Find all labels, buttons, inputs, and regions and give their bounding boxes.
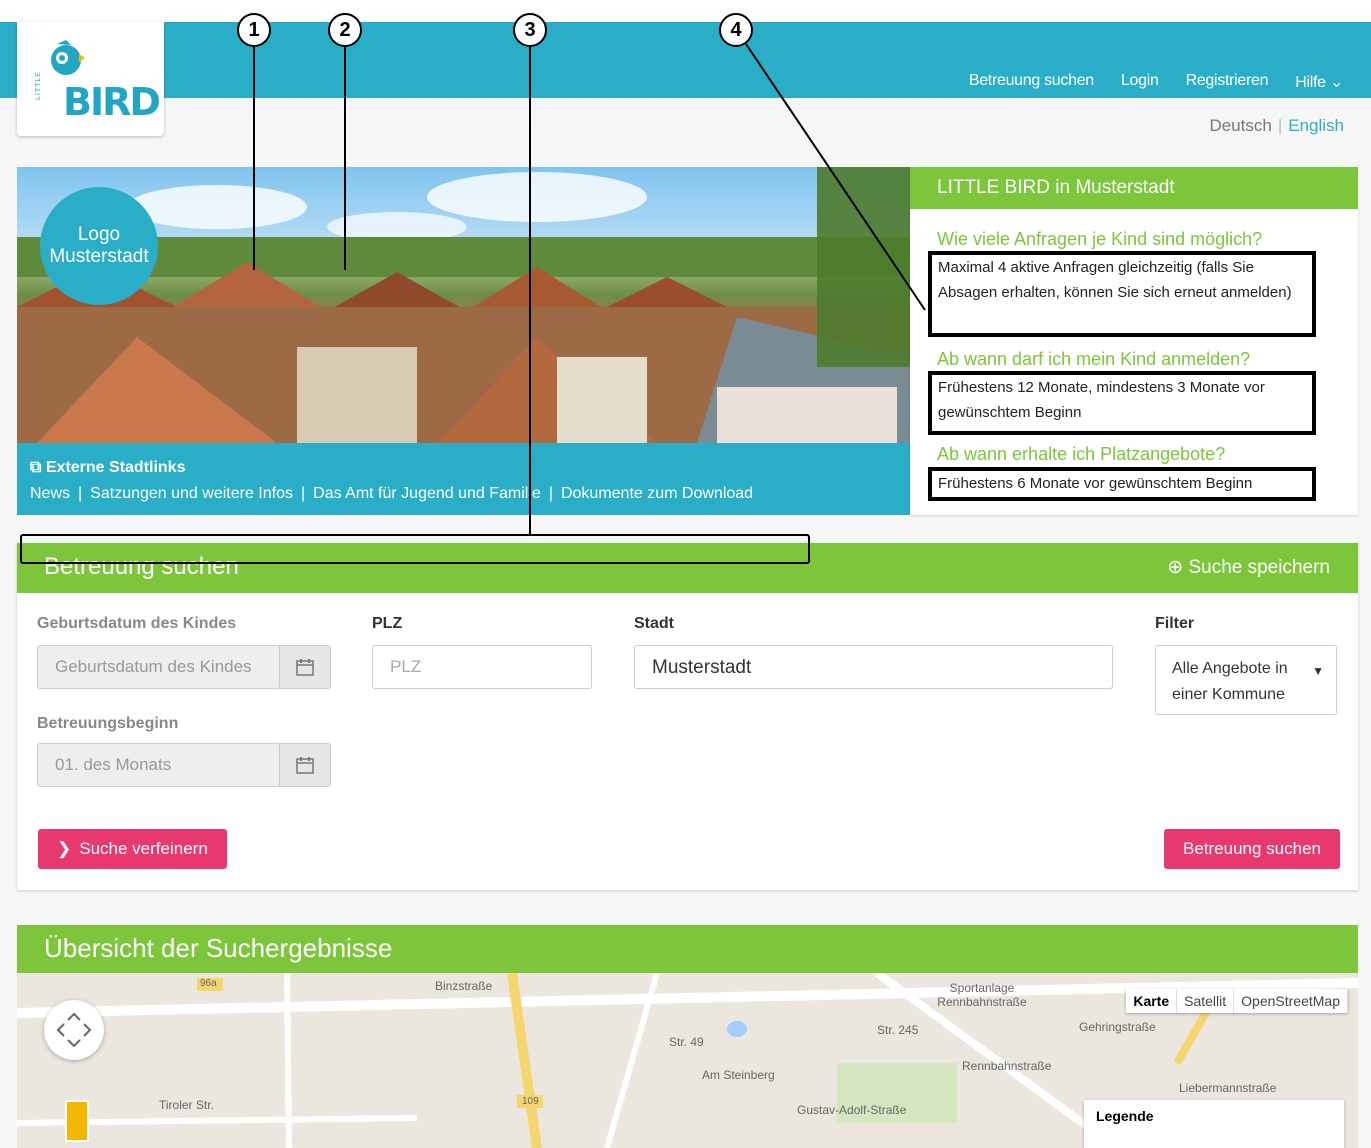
annotation-callout-2: 2	[328, 13, 362, 47]
annotation-callout-3: 3	[513, 13, 547, 47]
annotation-callout-1: 1	[237, 13, 271, 47]
page: Betreuung suchen Login Registrieren Hilf…	[0, 0, 1371, 1148]
annotation-lines	[253, 43, 926, 535]
annotation-box-3	[20, 534, 810, 564]
annotation-callout-4: 4	[719, 13, 753, 47]
